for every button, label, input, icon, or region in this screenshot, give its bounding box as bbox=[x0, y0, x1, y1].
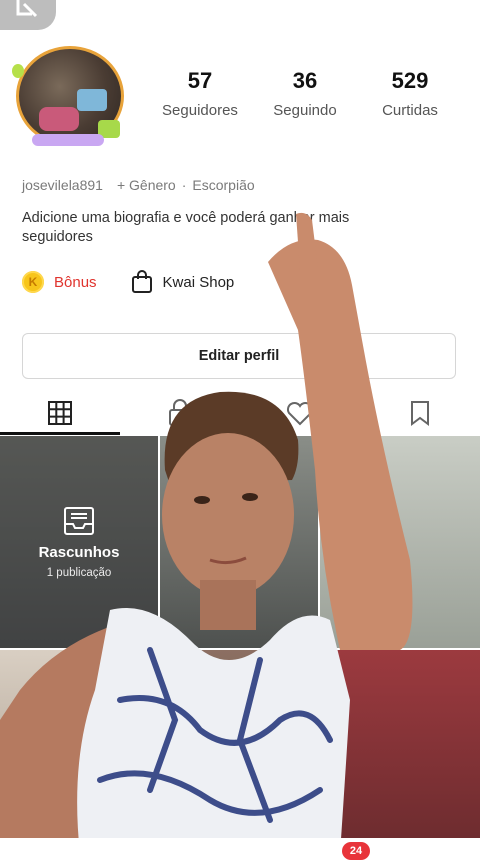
avatar[interactable] bbox=[12, 42, 130, 150]
tab-saved[interactable] bbox=[360, 392, 480, 434]
post-tile[interactable]: es bbox=[160, 436, 318, 648]
stat-followers[interactable]: 57 Seguidores bbox=[150, 68, 250, 119]
post-tile[interactable] bbox=[320, 650, 480, 854]
shopping-bag-icon bbox=[131, 270, 152, 293]
kwai-shop-button[interactable]: Kwai Shop bbox=[131, 270, 235, 294]
drafts-icon bbox=[64, 506, 94, 535]
bookmark-icon bbox=[411, 401, 429, 426]
tab-liked[interactable] bbox=[240, 392, 360, 434]
edit-profile-button[interactable]: Editar perfil bbox=[22, 333, 456, 379]
heart-icon bbox=[286, 401, 314, 426]
bottom-nav-bar bbox=[0, 838, 480, 854]
bio-text[interactable]: Adicione uma biografia e você poderá gan… bbox=[22, 209, 422, 247]
stat-label: Curtidas bbox=[382, 102, 438, 119]
meta-separator: · bbox=[181, 177, 187, 193]
lock-icon bbox=[169, 399, 191, 426]
username: josevilela891 bbox=[22, 177, 103, 193]
tab-posts[interactable] bbox=[0, 392, 120, 434]
drafts-overlay: Rascunhos 1 publicação bbox=[0, 436, 158, 648]
notification-badge[interactable]: 24 bbox=[342, 842, 370, 860]
drafts-tile[interactable]: Rascunhos 1 publicação bbox=[0, 436, 158, 648]
bonus-button[interactable]: K Bônus bbox=[22, 271, 97, 293]
stat-likes[interactable]: 529 Curtidas bbox=[360, 68, 460, 119]
bonus-label: Bônus bbox=[54, 273, 97, 291]
stat-label: Seguindo bbox=[273, 102, 337, 119]
tab-private[interactable] bbox=[120, 392, 240, 434]
profile-tabs bbox=[0, 392, 480, 434]
quick-links: K Bônus Kwai Shop bbox=[22, 270, 234, 294]
stat-value: 36 bbox=[292, 68, 318, 93]
stat-value: 57 bbox=[187, 68, 213, 93]
stat-value: 529 bbox=[391, 68, 429, 93]
stat-following[interactable]: 36 Seguindo bbox=[255, 68, 355, 119]
drafts-count: 1 publicação bbox=[46, 566, 112, 579]
post-tile[interactable] bbox=[320, 436, 480, 648]
post-tile-caption: es bbox=[256, 570, 268, 582]
post-tile[interactable] bbox=[0, 650, 158, 854]
zodiac-sign[interactable]: Escorpião bbox=[192, 177, 254, 193]
posts-grid: Rascunhos 1 publicação es bbox=[0, 436, 480, 854]
coin-icon: K bbox=[22, 271, 44, 293]
kwai-shop-label: Kwai Shop bbox=[162, 273, 235, 291]
avatar-decoration bbox=[12, 64, 24, 78]
grid-icon bbox=[48, 401, 72, 425]
profile-meta: josevilela891 + Gênero · Escorpião bbox=[22, 177, 255, 193]
drafts-title: Rascunhos bbox=[38, 543, 120, 561]
active-tab-indicator bbox=[0, 432, 120, 435]
avatar-decoration bbox=[32, 134, 104, 146]
gender-button[interactable]: + Gênero bbox=[117, 177, 176, 193]
post-tile[interactable] bbox=[160, 650, 318, 854]
profile-stats: 57 Seguidores 36 Seguindo 529 Curtidas bbox=[150, 68, 460, 119]
app-logo bbox=[0, 0, 56, 30]
stat-label: Seguidores bbox=[162, 102, 238, 119]
logo-icon bbox=[16, 0, 38, 18]
